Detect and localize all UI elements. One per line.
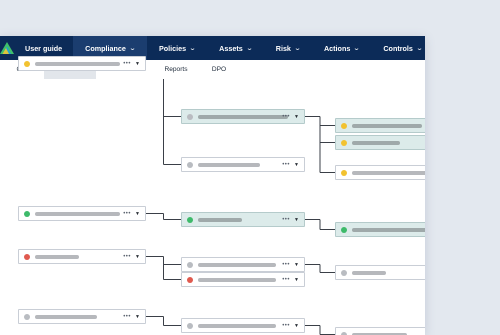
chevron-down-icon: ⌄ [128, 45, 136, 52]
placeholder-title-bar [352, 170, 425, 175]
tree-node[interactable]: ••• ▼ [181, 109, 305, 124]
more-options-icon[interactable]: ••• [123, 254, 131, 260]
status-green-dot-icon [341, 226, 347, 233]
caret-down-icon[interactable]: ▼ [135, 254, 140, 260]
status-red-dot-icon [24, 253, 30, 260]
tree-connector [305, 325, 335, 335]
nav-item-policies[interactable]: Policies ⌄ [147, 36, 207, 60]
logo-icon[interactable] [0, 36, 14, 60]
nav-item-label: Risk [275, 43, 291, 53]
status-green-dot-icon [24, 210, 30, 217]
tree-connector [146, 213, 181, 220]
status-gray-dot-icon [341, 269, 347, 276]
tree-node[interactable] [335, 327, 425, 335]
nav-item-actions[interactable]: Actions ⌄ [312, 36, 371, 60]
tree-connector [146, 256, 181, 280]
more-options-icon[interactable]: ••• [123, 61, 131, 67]
caret-down-icon[interactable]: ▼ [294, 277, 299, 283]
caret-down-icon[interactable]: ▼ [135, 61, 140, 67]
status-red-dot-icon [187, 276, 193, 283]
status-gray-dot-icon [187, 322, 193, 329]
tree-connector [163, 79, 181, 165]
placeholder-title-bar [352, 140, 400, 145]
tree-node[interactable]: ••• ▼ [18, 206, 146, 221]
tree-node[interactable]: ••• ▼ [181, 272, 305, 287]
nav-item-label: Assets [219, 43, 243, 53]
placeholder-title-bar [198, 262, 276, 267]
caret-down-icon[interactable]: ▼ [294, 217, 299, 223]
tree-connector [305, 264, 335, 273]
more-options-icon[interactable]: ••• [282, 323, 290, 329]
status-yellow-dot-icon [24, 60, 30, 67]
caret-down-icon[interactable]: ▼ [135, 314, 140, 320]
more-options-icon[interactable]: ••• [282, 262, 290, 268]
tree-node[interactable]: ••• ▼ [18, 249, 146, 264]
caret-down-icon[interactable]: ▼ [294, 162, 299, 168]
placeholder-title-bar [198, 277, 276, 282]
tree-node[interactable]: ••• ▼ [18, 56, 146, 71]
tree-node[interactable] [335, 265, 425, 280]
placeholder-title-bar [35, 254, 79, 259]
placeholder-title-bar [198, 217, 242, 222]
placeholder-title-bar [352, 123, 422, 128]
tree-connector [305, 116, 335, 173]
tree-node[interactable]: ••• ▼ [181, 157, 305, 172]
more-options-icon[interactable]: ••• [282, 277, 290, 283]
app-window: User guide Compliance ⌄ Policies ⌄ Assets ⌄ Ris… [0, 36, 425, 335]
chevron-down-icon: ⌄ [189, 45, 197, 52]
tree-node[interactable] [335, 165, 425, 180]
tab-reports[interactable]: Reports [154, 60, 198, 79]
tree-node[interactable]: ••• ▼ [181, 257, 305, 272]
nav-item-assets[interactable]: Assets ⌄ [207, 36, 264, 60]
nav-item-controls[interactable]: Controls ⌄ [371, 36, 425, 60]
placeholder-title-bar [35, 61, 120, 66]
nav-item-label: Policies [158, 43, 187, 53]
status-gray-dot-icon [341, 331, 347, 335]
status-green-dot-icon [187, 216, 193, 223]
status-gray-dot-icon [187, 161, 193, 168]
placeholder-title-bar [35, 314, 97, 319]
nav-item-risk[interactable]: Risk ⌄ [264, 36, 312, 60]
more-options-icon[interactable]: ••• [282, 114, 290, 120]
tree-node[interactable] [335, 222, 425, 237]
tab-dpo[interactable]: DPO [198, 60, 240, 79]
status-gray-dot-icon [187, 261, 193, 268]
status-yellow-dot-icon [341, 139, 347, 146]
status-yellow-dot-icon [341, 169, 347, 176]
more-options-icon[interactable]: ••• [123, 314, 131, 320]
tree-node[interactable]: ••• ▼ [181, 212, 305, 227]
chevron-down-icon: ⌄ [245, 45, 253, 52]
status-yellow-dot-icon [341, 122, 347, 129]
nav-item-label: User guide [25, 43, 63, 53]
tree-node[interactable] [335, 118, 425, 133]
nav-item-label: Actions [323, 43, 351, 53]
caret-down-icon[interactable]: ▼ [294, 323, 299, 329]
compliance-tree-view: ••• ▼ ••• ▼ ••• ▼ ••• ▼ ••• ▼ ••• ▼ ••• ▼ ••• ▼ ••• ▼ ••• ▼ [0, 56, 425, 335]
placeholder-title-bar [352, 270, 386, 275]
nav-item-label: Controls [383, 43, 413, 53]
caret-down-icon[interactable]: ▼ [294, 114, 299, 120]
tree-connector [146, 316, 181, 326]
chevron-down-icon: ⌄ [293, 45, 301, 52]
chevron-down-icon: ⌄ [353, 45, 361, 52]
placeholder-title-bar [198, 162, 260, 167]
nav-item-label: Compliance [85, 43, 126, 53]
status-gray-dot-icon [187, 113, 193, 120]
placeholder-title-bar [35, 211, 120, 216]
placeholder-title-bar [198, 114, 288, 119]
more-options-icon[interactable]: ••• [123, 211, 131, 217]
tree-node[interactable]: ••• ▼ [18, 309, 146, 324]
placeholder-title-bar [198, 323, 276, 328]
caret-down-icon[interactable]: ▼ [294, 262, 299, 268]
chevron-down-icon: ⌄ [415, 45, 423, 52]
tree-node[interactable]: ••• ▼ [181, 318, 305, 333]
more-options-icon[interactable]: ••• [282, 217, 290, 223]
placeholder-title-bar [352, 227, 425, 232]
more-options-icon[interactable]: ••• [282, 162, 290, 168]
tree-connector [305, 219, 335, 230]
status-gray-dot-icon [24, 313, 30, 320]
tree-node[interactable] [335, 135, 425, 150]
caret-down-icon[interactable]: ▼ [135, 211, 140, 217]
